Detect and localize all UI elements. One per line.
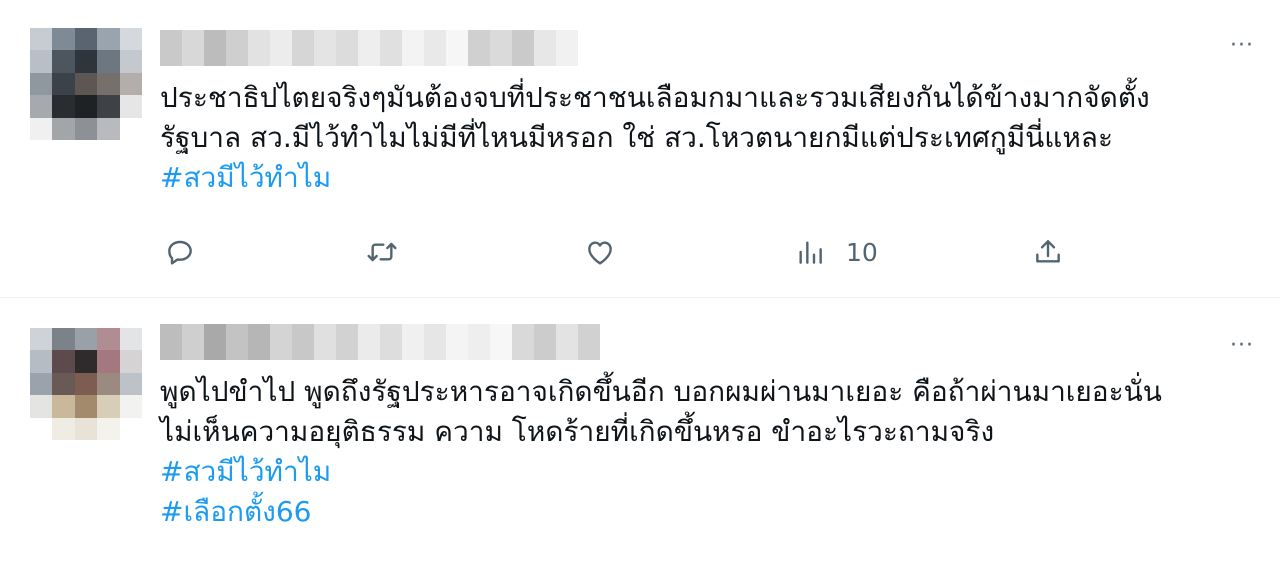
avatar[interactable] [30, 328, 142, 440]
share-icon [1036, 240, 1060, 263]
author-name-redacted[interactable] [160, 324, 600, 360]
tweet-text-line: ประชาธิปไตยจริงๆมันต้องจบที่ประชาชนเลือม… [160, 81, 1150, 114]
tweet-text: ประชาธิปไตยจริงๆมันต้องจบที่ประชาชนเลือม… [160, 78, 1260, 198]
views-button[interactable]: 10 [794, 232, 878, 272]
retweet-button[interactable] [366, 232, 398, 272]
tweet-feed: ··· ประชาธิปไตยจริงๆมันต้องจบที่ประชาชนเ… [0, 0, 1280, 567]
tweet-text-line: พูดไปขำไป พูดถึงรัฐประหารอาจเกิดขึ้นอีก … [160, 375, 1162, 408]
views-count: 10 [846, 237, 878, 267]
tweet-text: พูดไปขำไป พูดถึงรัฐประหารอาจเกิดขึ้นอีก … [160, 372, 1260, 532]
tweet-text-line: รัฐบาล สว.มีไว้ทำไมไม่มีที่ไหนมีหรอก ใช่… [160, 121, 1113, 154]
tweet[interactable]: ··· ประชาธิปไตยจริงๆมันต้องจบที่ประชาชนเ… [0, 0, 1280, 297]
hashtag-link[interactable]: #สวมีไว้ทำไม [160, 158, 1260, 198]
more-options-icon[interactable]: ··· [1230, 335, 1254, 357]
reply-button[interactable] [164, 232, 196, 272]
retweet-icon [367, 242, 397, 262]
hashtag-link[interactable]: #เลือกตั้ง66 [160, 492, 1260, 532]
share-button[interactable] [1032, 232, 1064, 272]
author-name-redacted[interactable] [160, 30, 578, 66]
tweet-text-line: ไม่เห็นความอยุติธรรม ความ โหดร้ายที่เกิด… [160, 415, 995, 448]
tweet[interactable]: ··· พูดไปขำไป พูดถึงรัฐประหารอาจเกิดขึ้น… [0, 298, 1280, 567]
views-icon [799, 241, 822, 264]
more-options-icon[interactable]: ··· [1230, 35, 1254, 57]
avatar[interactable] [30, 28, 142, 140]
like-icon [588, 241, 612, 265]
hashtag-link[interactable]: #สวมีไว้ทำไม [160, 452, 1260, 492]
reply-icon [168, 240, 192, 265]
tweet-actions: 10 [160, 232, 1080, 272]
like-button[interactable] [584, 232, 616, 272]
